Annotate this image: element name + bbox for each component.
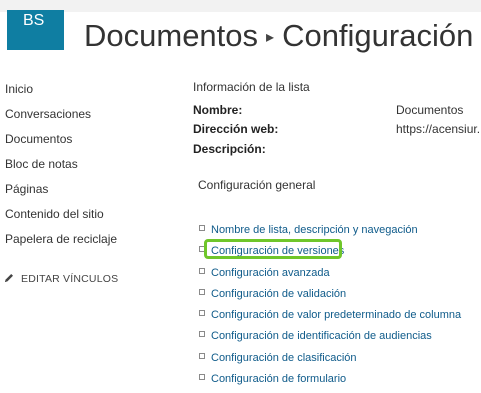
link-name-description-navigation[interactable]: Nombre de lista, descripción y navegació… bbox=[211, 224, 418, 236]
bullet-icon bbox=[199, 289, 205, 295]
nav-item-contenido-del-sitio[interactable]: Contenido del sitio bbox=[5, 207, 104, 221]
name-label: Nombre: bbox=[193, 103, 243, 117]
settings-link-row: Configuración de valor predeterminado de… bbox=[199, 309, 461, 321]
bullet-icon bbox=[199, 353, 205, 359]
name-value: Documentos bbox=[396, 103, 464, 117]
page-header: Documentos ▸ Configuración bbox=[84, 16, 481, 60]
link-rating-settings[interactable]: Configuración de clasificación bbox=[211, 352, 357, 364]
settings-link-row: Configuración de validación bbox=[199, 288, 346, 300]
nav-item-papelera-de-reciclaje[interactable]: Papelera de reciclaje bbox=[5, 232, 117, 246]
pencil-icon bbox=[5, 274, 13, 282]
nav-item-documentos[interactable]: Documentos bbox=[5, 132, 72, 146]
page-title: Configuración bbox=[282, 18, 474, 53]
site-logo-text: BS bbox=[23, 12, 45, 29]
settings-link-row: Nombre de lista, descripción y navegació… bbox=[199, 224, 418, 236]
edit-links-button[interactable]: EDITAR VÍNCULOS bbox=[3, 272, 118, 285]
breadcrumb-parent[interactable]: Documentos bbox=[84, 18, 258, 53]
nav-item-inicio[interactable]: Inicio bbox=[5, 82, 33, 96]
version-settings-highlight bbox=[204, 239, 342, 259]
bullet-icon bbox=[199, 225, 205, 231]
link-advanced-settings[interactable]: Configuración avanzada bbox=[211, 267, 330, 279]
bullet-icon bbox=[199, 374, 205, 380]
edit-links-label: EDITAR VÍNCULOS bbox=[21, 273, 119, 285]
breadcrumb-separator-icon: ▸ bbox=[266, 29, 275, 46]
link-form-settings[interactable]: Configuración de formulario bbox=[211, 373, 346, 385]
bullet-icon bbox=[199, 268, 205, 274]
link-column-default-value[interactable]: Configuración de valor predeterminado de… bbox=[211, 309, 461, 321]
link-audience-targeting[interactable]: Configuración de identificación de audie… bbox=[211, 330, 432, 342]
site-logo[interactable]: BS bbox=[7, 10, 64, 50]
bullet-icon bbox=[199, 310, 205, 316]
list-info-title: Información de la lista bbox=[193, 80, 310, 94]
bullet-icon bbox=[199, 331, 205, 337]
description-label: Descripción: bbox=[193, 142, 266, 156]
settings-link-row: Configuración de identificación de audie… bbox=[199, 330, 432, 342]
general-settings-title: Configuración general bbox=[198, 178, 316, 192]
url-value: https://acensiur. bbox=[396, 122, 481, 136]
nav-item-conversaciones[interactable]: Conversaciones bbox=[5, 107, 91, 121]
nav-item-bloc-de-notas[interactable]: Bloc de notas bbox=[5, 157, 78, 171]
settings-link-row: Configuración avanzada bbox=[199, 267, 330, 279]
nav-item-paginas[interactable]: Páginas bbox=[5, 182, 48, 196]
url-label: Dirección web: bbox=[193, 122, 279, 136]
settings-link-row: Configuración de clasificación bbox=[199, 352, 357, 364]
link-validation-settings[interactable]: Configuración de validación bbox=[211, 288, 346, 300]
top-strip bbox=[0, 0, 481, 12]
settings-link-row: Configuración de formulario bbox=[199, 373, 346, 385]
